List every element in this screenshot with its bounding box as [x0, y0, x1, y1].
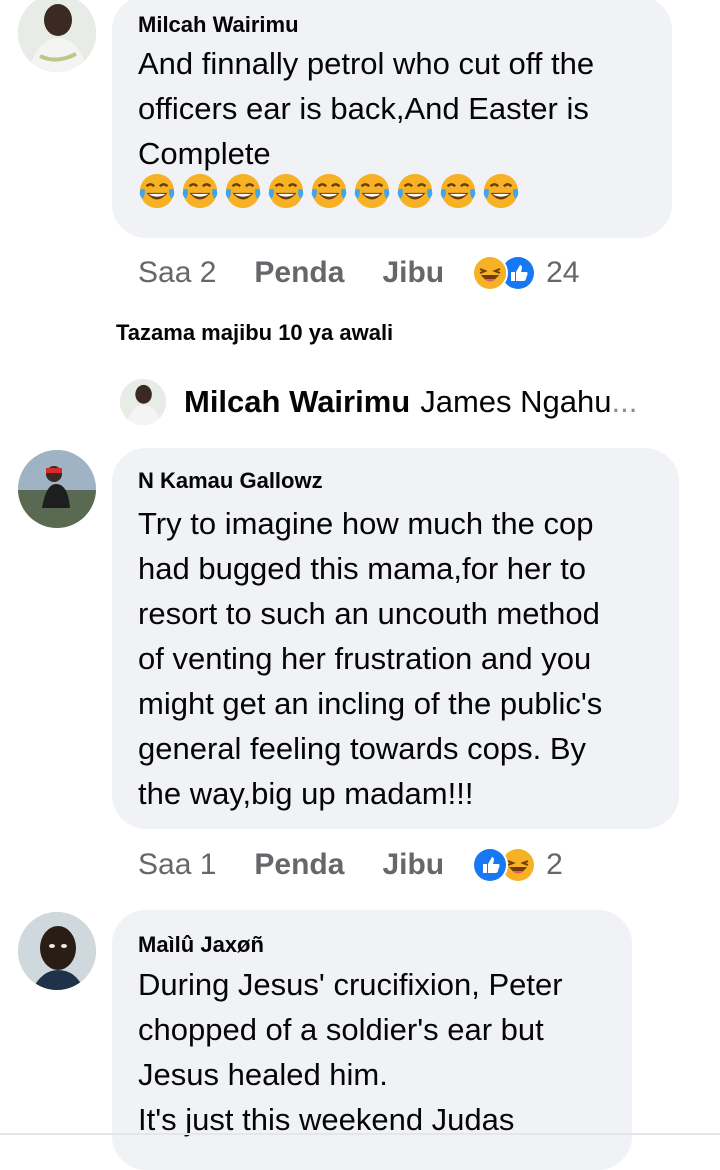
- reaction-count: 24: [546, 256, 580, 289]
- view-previous-replies-link[interactable]: Tazama majibu 10 ya awali: [116, 320, 393, 346]
- tears-of-joy-emoji-icon: [482, 172, 520, 210]
- comment-time[interactable]: Saa 1: [138, 848, 216, 882]
- like-button[interactable]: Penda: [254, 848, 344, 882]
- comment-actions: Saa 2 Penda Jibu 24: [138, 253, 579, 293]
- reply-button[interactable]: Jibu: [382, 256, 444, 290]
- reaction-summary[interactable]: 24: [472, 255, 579, 291]
- laugh-reaction-icon: [472, 255, 509, 291]
- divider: [0, 1133, 720, 1135]
- comment-text: Try to imagine how much the cop had bugg…: [138, 506, 603, 811]
- reply-button[interactable]: Jibu: [382, 848, 444, 882]
- tears-of-joy-emoji-icon: [310, 172, 348, 210]
- tears-of-joy-emoji-icon: [224, 172, 262, 210]
- tears-of-joy-emoji-icon: [353, 172, 391, 210]
- comment-author[interactable]: Maìlû Jaxøñ: [138, 932, 264, 958]
- comment-text: During Jesus' crucifixion, Peter chopped…: [138, 967, 563, 1137]
- comment-actions: Saa 1 Penda Jibu 2: [138, 845, 563, 885]
- like-button[interactable]: Penda: [254, 256, 344, 290]
- comment-time[interactable]: Saa 2: [138, 256, 216, 290]
- comment-bubble: Maìlû Jaxøñ During Jesus' crucifixion, P…: [112, 910, 632, 1170]
- tears-of-joy-emoji-icon: [267, 172, 305, 210]
- reply-author: Milcah Wairimu: [184, 384, 411, 419]
- reply-preview[interactable]: Milcah Wairimu James Ngahu...: [120, 378, 637, 426]
- like-reaction-icon: [472, 847, 509, 883]
- avatar: [120, 379, 166, 425]
- reaction-count: 2: [546, 848, 563, 881]
- tears-of-joy-emoji-icon: [439, 172, 477, 210]
- avatar[interactable]: [18, 912, 96, 990]
- emoji-row: [138, 172, 520, 210]
- ellipsis: ...: [611, 384, 638, 419]
- comment-text: And finnally petrol who cut off the offi…: [138, 46, 595, 171]
- reply-snippet: James Ngahu...: [420, 384, 638, 419]
- tears-of-joy-emoji-icon: [138, 172, 176, 210]
- avatar[interactable]: [18, 450, 96, 528]
- reaction-summary[interactable]: 2: [472, 847, 563, 883]
- comment-bubble: Milcah Wairimu And finnally petrol who c…: [112, 0, 672, 238]
- comment-author[interactable]: Milcah Wairimu: [138, 12, 299, 38]
- avatar[interactable]: [18, 0, 96, 72]
- tears-of-joy-emoji-icon: [396, 172, 434, 210]
- comment-author[interactable]: N Kamau Gallowz: [138, 468, 323, 494]
- tears-of-joy-emoji-icon: [181, 172, 219, 210]
- comment-bubble: N Kamau Gallowz Try to imagine how much …: [112, 448, 679, 829]
